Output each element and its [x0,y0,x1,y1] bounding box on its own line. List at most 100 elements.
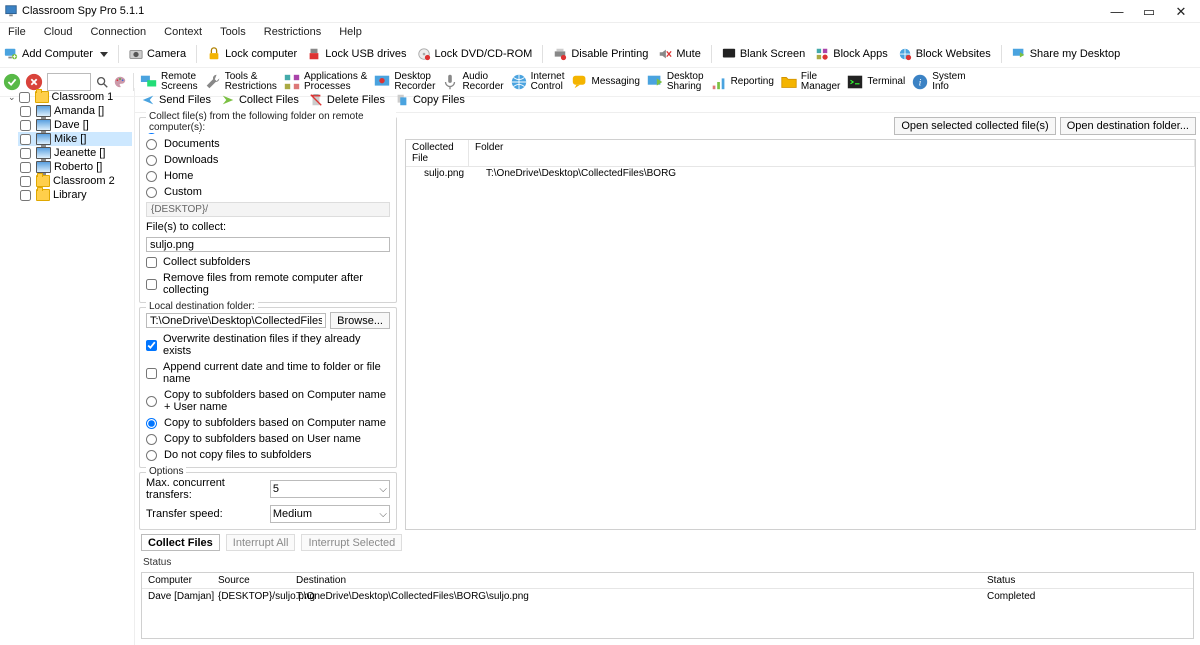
menu-connection[interactable]: Connection [88,25,148,39]
add-computer-button[interactable]: Add Computer [4,47,108,61]
files-to-collect-label: File(s) to collect: [146,221,390,233]
radio-custom[interactable]: Custom [146,186,390,198]
check-collect-subfolders[interactable]: Collect subfolders [146,256,390,268]
tree-check[interactable] [20,120,31,131]
tree-library[interactable]: Library [6,188,132,202]
radio-home[interactable]: Home [146,170,390,182]
tree-user-mike[interactable]: Mike [] [18,132,132,146]
tab-copy-files[interactable]: Copy Files [395,93,465,107]
menu-tools[interactable]: Tools [218,25,248,39]
close-button[interactable]: ✕ [1172,5,1190,18]
radio-label: Copy to subfolders based on User name [164,433,361,445]
menu-help[interactable]: Help [337,25,364,39]
tree-user-roberto[interactable]: Roberto [] [18,160,132,174]
open-destination-folder-button[interactable]: Open destination folder... [1060,117,1196,135]
interrupt-all-button[interactable]: Interrupt All [226,534,296,551]
col-destination[interactable]: Destination [290,573,756,588]
block-apps-button[interactable]: Block Apps [815,47,887,61]
radio-label: Downloads [164,154,218,166]
blank-screen-button[interactable]: Blank Screen [722,47,805,61]
share-desktop-button[interactable]: Share my Desktop [1012,47,1120,61]
tree-user-jeanette[interactable]: Jeanette [] [18,146,132,160]
tab-send-files[interactable]: Send Files [141,93,211,107]
transfer-speed-select[interactable]: Medium [270,505,390,523]
block-apps-icon [815,47,829,61]
tree-check[interactable] [20,162,31,173]
collect-files-button[interactable]: Collect Files [141,534,220,551]
tree-user-amanda[interactable]: Amanda [] [18,104,132,118]
menubar: File Cloud Connection Context Tools Rest… [0,23,1200,41]
radio-label: Custom [164,186,202,198]
radio-label: Home [164,170,193,182]
check-overwrite[interactable]: Overwrite destination files if they alre… [146,333,390,357]
tree-check[interactable] [20,134,31,145]
destination-path-input[interactable] [146,313,326,328]
mute-label: Mute [676,48,700,60]
status-table[interactable]: Computer Source Destination Status Dave … [141,572,1194,639]
lock-computer-label: Lock computer [225,48,297,60]
tab-collect-files[interactable]: Collect Files [221,93,299,107]
lock-dvd-label: Lock DVD/CD-ROM [435,48,533,60]
tab-delete-files[interactable]: Delete Files [309,93,385,107]
col-folder[interactable]: Folder [469,140,1195,166]
tree-check[interactable] [20,190,31,201]
disable-printing-button[interactable]: Disable Printing [553,47,648,61]
block-websites-button[interactable]: Block Websites [898,47,991,61]
collected-files-table[interactable]: Collected File Folder suljo.png T:\OneDr… [405,139,1196,530]
menu-context[interactable]: Context [162,25,204,39]
share-icon [1012,47,1026,61]
lock-computer-button[interactable]: Lock computer [207,47,297,61]
tree-label: Classroom 2 [53,175,115,187]
copy-icon [395,93,409,107]
menu-restrictions[interactable]: Restrictions [262,25,323,39]
col-computer[interactable]: Computer [142,573,212,588]
radio-documents[interactable]: Documents [146,138,390,150]
monitor-icon [36,161,51,173]
col-collected-file[interactable]: Collected File [406,140,469,166]
tab-label: Send Files [159,94,211,106]
lock-icon [207,47,221,61]
palette-icon[interactable] [113,75,127,89]
camera-label: Camera [147,48,186,60]
radio-copy-comp-user[interactable]: Copy to subfolders based on Computer nam… [146,389,390,413]
lock-usb-button[interactable]: Lock USB drives [307,47,406,61]
radio-copy-comp[interactable]: Copy to subfolders based on Computer nam… [146,417,390,429]
browse-button[interactable]: Browse... [330,312,390,329]
tree-user-dave[interactable]: Dave [] [18,118,132,132]
cell-destination: T:\OneDrive\Desktop\CollectedFiles\BORG\… [290,589,756,604]
collect-icon [221,93,235,107]
tree-classroom2[interactable]: Classroom 2 [6,174,132,188]
table-row[interactable]: suljo.png T:\OneDrive\Desktop\CollectedF… [406,167,1195,180]
minimize-button[interactable]: — [1108,5,1126,18]
col-status[interactable]: Status [981,573,1193,588]
select-value: Medium [273,508,312,520]
open-selected-button[interactable]: Open selected collected file(s) [894,117,1055,135]
files-to-collect-input[interactable] [146,237,390,252]
tree-label: Library [53,189,87,201]
mute-button[interactable]: Mute [658,47,700,61]
tree-check[interactable] [20,176,31,187]
radio-downloads[interactable]: Downloads [146,154,390,166]
tree-check[interactable] [20,106,31,117]
menu-cloud[interactable]: Cloud [42,25,75,39]
radio-copy-none[interactable]: Do not copy files to subfolders [146,449,390,461]
menu-file[interactable]: File [6,25,28,39]
max-transfers-select[interactable]: 5 [270,480,390,498]
interrupt-selected-button[interactable]: Interrupt Selected [301,534,402,551]
camera-button[interactable]: Camera [129,47,186,61]
maximize-button[interactable]: ▭ [1140,5,1158,18]
check-remove-after[interactable]: Remove files from remote computer after … [146,272,390,296]
tree-classroom1[interactable]: ⌄Classroom 1 [6,90,132,104]
collect-folder-group: Collect file(s) from the following folde… [139,117,397,303]
lock-dvd-button[interactable]: Lock DVD/CD-ROM [417,47,533,61]
col-source[interactable]: Source [212,573,290,588]
check-append-date[interactable]: Append current date and time to folder o… [146,361,390,385]
radio-copy-user[interactable]: Copy to subfolders based on User name [146,433,390,445]
tree-check[interactable] [20,148,31,159]
cell-source: {DESKTOP}/suljo.png [212,589,290,604]
tab-label: Copy Files [413,94,465,106]
status-row[interactable]: Dave [Damjan] {DESKTOP}/suljo.png T:\One… [142,589,1193,604]
search-icon[interactable] [95,75,109,89]
computer-tree[interactable]: ⌄Classroom 1 Amanda [] Dave [] Mike [] J… [0,88,135,645]
tree-check[interactable] [19,92,30,103]
